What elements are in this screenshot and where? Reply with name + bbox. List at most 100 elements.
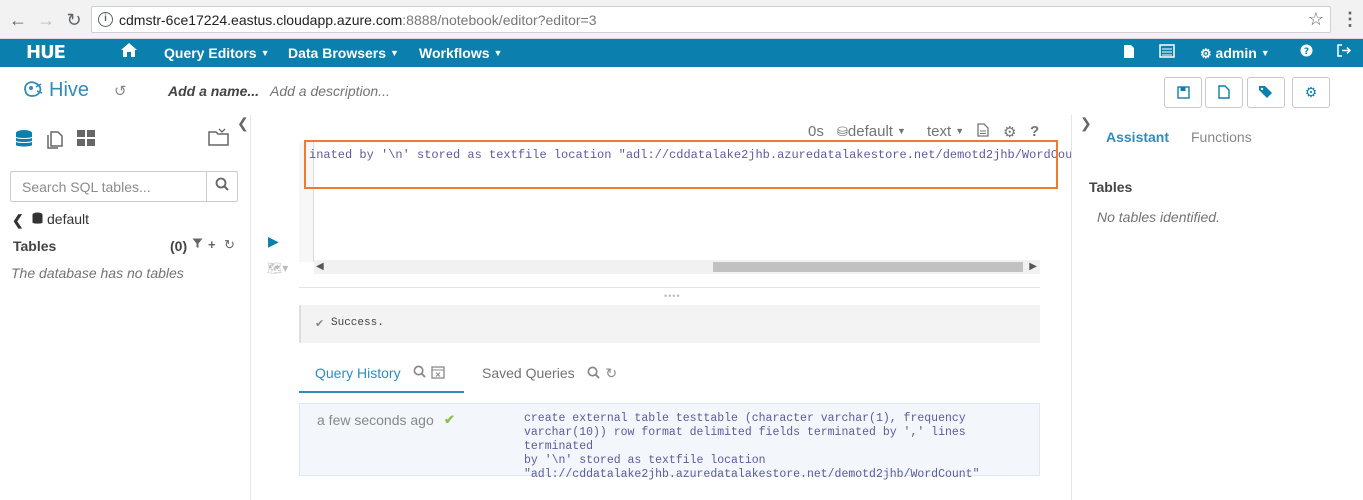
tab-saved-queries-label: Saved Queries — [482, 365, 575, 381]
query-description-field[interactable]: Add a description... — [270, 83, 390, 99]
right-assist-panel: ❯ Assistant Functions Tables No tables i… — [1071, 115, 1363, 500]
documents-icon[interactable] — [1123, 44, 1135, 62]
collapse-right-icon[interactable]: ❯ — [1080, 115, 1092, 132]
database-icon: ⛁ — [837, 124, 848, 139]
chevron-down-icon: ▼ — [896, 126, 906, 136]
home-icon[interactable] — [120, 42, 138, 63]
reload-icon[interactable]: ↻ — [63, 9, 85, 31]
nav-workflows-label: Workflows — [419, 45, 490, 61]
history-time: a few seconds ago — [317, 412, 434, 428]
back-icon[interactable]: ← — [7, 9, 29, 31]
divider — [299, 287, 1040, 288]
folder-icon[interactable] — [207, 127, 231, 153]
user-menu[interactable]: ⚙ admin ▼ — [1200, 45, 1270, 62]
editor-header: Hive ↺ Add a name... Add a description..… — [0, 67, 1363, 115]
tab-query-history-label: Query History — [315, 365, 401, 381]
tab-query-history[interactable]: Query History — [299, 356, 464, 393]
chevron-down-icon: ▼ — [1260, 48, 1270, 58]
scroll-left-arrow[interactable]: ◀ — [316, 260, 324, 274]
history-icon[interactable]: ↺ — [114, 82, 127, 100]
collapse-left-icon[interactable]: ❮ — [237, 115, 249, 132]
nav-query-editors[interactable]: Query Editors ▼ — [164, 45, 270, 61]
hue-top-nav: HUE Query Editors ▼ Data Browsers ▼ Workfl… — [0, 39, 1363, 67]
search-input[interactable] — [11, 172, 207, 201]
run-play-icon[interactable]: ▶ — [268, 233, 279, 250]
refresh-icon[interactable]: ↻ — [224, 237, 235, 253]
url-host: cdmstr-6ce17224.eastus.cloudapp.azure.co… — [119, 12, 403, 28]
tables-count: (0) — [170, 238, 188, 254]
left-assist-panel: ❮ ❮ default Tables (0) + ↻ The database … — [0, 115, 251, 500]
highlight-annotation — [304, 140, 1058, 189]
save-icon — [1176, 86, 1190, 99]
browser-toolbar: ← → ↻ i cdmstr-6ce17224.eastus.cloudapp.… — [0, 0, 1363, 39]
search-icon[interactable] — [206, 172, 237, 201]
result-message: Success. — [331, 317, 384, 329]
cogs-icon: ⚙ — [1304, 84, 1318, 100]
tables-heading: Tables — [1089, 179, 1133, 195]
tab-functions[interactable]: Functions — [1191, 129, 1252, 145]
user-name: admin — [1215, 45, 1257, 61]
chevron-down-icon: ▼ — [260, 48, 270, 58]
help-icon[interactable]: ? — [1030, 123, 1039, 140]
info-icon[interactable]: i — [98, 12, 113, 27]
editor-title[interactable]: Hive — [49, 79, 89, 102]
filter-icon[interactable] — [192, 237, 203, 252]
search-tables-box — [10, 171, 238, 202]
horizontal-scrollbar[interactable]: ◀ ▶ — [314, 260, 1040, 274]
history-row[interactable]: a few seconds ago ✔ create external tabl… — [299, 403, 1040, 481]
result-status-box: ✔ Success. — [299, 305, 1040, 343]
hive-logo-icon — [22, 79, 44, 99]
format-selector-label: text — [927, 123, 952, 140]
new-query-button[interactable] — [1205, 77, 1243, 108]
refresh-icon[interactable]: ↻ — [605, 365, 617, 381]
database-selector[interactable]: ⛁default ▼ — [837, 123, 906, 140]
gear-icon[interactable]: ⚙ — [1003, 123, 1016, 141]
tables-heading: Tables — [13, 238, 57, 254]
cogs-icon: ⚙ — [1200, 46, 1212, 61]
save-button[interactable] — [1164, 77, 1202, 108]
help-icon[interactable]: ? — [1300, 44, 1313, 60]
tags-button[interactable] — [1247, 77, 1285, 108]
chevron-down-icon: ▼ — [390, 48, 399, 58]
query-name-field[interactable]: Add a name... — [168, 83, 259, 99]
database-name[interactable]: default — [47, 211, 89, 227]
nav-data-browsers[interactable]: Data Browsers ▼ — [288, 45, 399, 61]
search-icon[interactable] — [587, 365, 604, 381]
clear-history-icon[interactable] — [431, 365, 445, 382]
svg-text:?: ? — [1304, 47, 1309, 57]
tab-assistant[interactable]: Assistant — [1106, 129, 1169, 145]
database-icon — [32, 212, 43, 228]
file-icon[interactable] — [977, 123, 989, 141]
address-bar[interactable]: i cdmstr-6ce17224.eastus.cloudapp.azure.… — [91, 6, 1331, 33]
logout-icon[interactable] — [1337, 44, 1352, 60]
url-path: :8888/notebook/editor?editor=3 — [402, 12, 597, 28]
success-check-icon: ✔ — [444, 412, 455, 427]
nav-data-browsers-label: Data Browsers — [288, 45, 387, 61]
search-icon[interactable] — [413, 365, 426, 381]
no-tables-message: No tables identified. — [1097, 209, 1220, 225]
documents-icon[interactable] — [45, 129, 65, 155]
back-chevron-icon[interactable]: ❮ — [12, 212, 24, 229]
nav-query-editors-label: Query Editors — [164, 45, 257, 61]
tags-icon — [1259, 86, 1272, 98]
bookmark-star-icon[interactable]: ☆ — [1308, 9, 1324, 30]
settings-button[interactable]: ⚙ — [1292, 77, 1330, 108]
tab-saved-queries[interactable]: Saved Queries ↻ — [482, 365, 617, 382]
snippet-map-icon[interactable]: 🗺▾ — [267, 261, 288, 275]
scroll-right-arrow[interactable]: ▶ — [1029, 260, 1037, 274]
scrollbar-thumb[interactable] — [713, 262, 1023, 272]
forward-icon[interactable]: → — [35, 9, 57, 31]
nav-workflows[interactable]: Workflows ▼ — [419, 45, 502, 61]
history-query-text[interactable]: create external table testtable (charact… — [524, 412, 1034, 482]
format-selector[interactable]: text ▼ — [927, 123, 964, 140]
chevron-down-icon: ▼ — [955, 126, 965, 136]
grid-icon[interactable] — [76, 129, 96, 153]
jobs-icon[interactable] — [1159, 44, 1175, 61]
new-document-icon — [1218, 85, 1230, 99]
database-icon[interactable] — [15, 129, 33, 155]
resize-handle[interactable]: •••• — [664, 291, 681, 301]
url-text[interactable]: cdmstr-6ce17224.eastus.cloudapp.azure.co… — [119, 12, 597, 28]
add-icon[interactable]: + — [208, 237, 216, 252]
browser-menu-icon[interactable]: ⋮ — [1341, 9, 1359, 31]
hue-logo[interactable]: HUE — [26, 42, 66, 63]
